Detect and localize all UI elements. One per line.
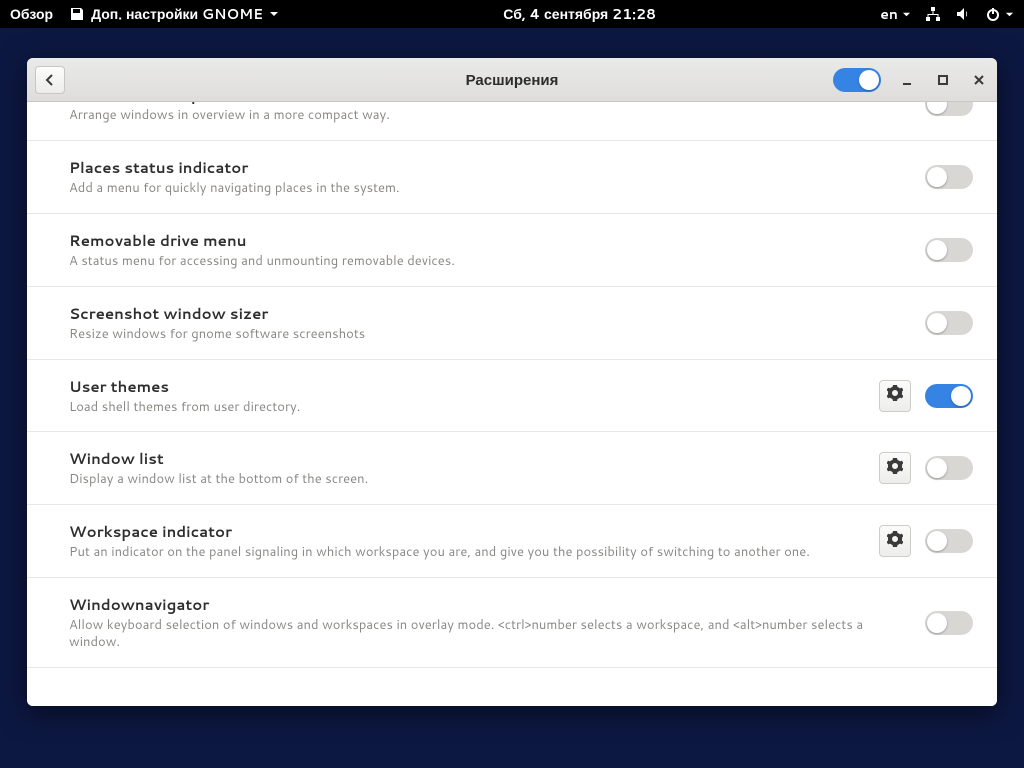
extension-row: Removable drive menu A status menu for ac… (27, 214, 997, 287)
extension-text: User themes Load shell themes from user d… (69, 376, 865, 416)
maximize-button[interactable] (933, 70, 953, 90)
extension-text: Workspace indicator Put an indicator on t… (69, 521, 865, 561)
extension-toggle[interactable] (925, 165, 973, 189)
clock[interactable]: Сб, 4 сентября 21:28 (279, 4, 880, 24)
keyboard-layout-indicator[interactable]: en (880, 4, 911, 24)
extension-text: Window list Display a window list at the … (69, 448, 865, 488)
extension-description: Add a menu for quickly navigating places… (69, 180, 911, 197)
extension-description: Display a window list at the bottom of t… (69, 471, 865, 488)
power-icon (985, 6, 1001, 22)
extension-text: Native window placement Arrange windows i… (69, 102, 911, 124)
extension-toggle[interactable] (925, 238, 973, 262)
chevron-down-icon (902, 10, 911, 19)
close-icon (973, 74, 985, 86)
extension-text: Screenshot window sizer Resize windows fo… (69, 303, 911, 343)
appmenu-label: Доп. настройки GNOME (91, 4, 263, 24)
extension-title: Removable drive menu (69, 230, 911, 251)
extension-toggle[interactable] (925, 102, 973, 116)
minimize-button[interactable] (897, 70, 917, 90)
save-icon (69, 6, 85, 22)
extension-description: Allow keyboard selection of windows and … (69, 617, 911, 651)
extension-description: A status menu for accessing and unmounti… (69, 253, 911, 270)
extension-title: User themes (69, 376, 865, 397)
gear-icon (887, 384, 903, 407)
extension-row: Places status indicator Add a menu for qu… (27, 141, 997, 214)
close-button[interactable] (969, 70, 989, 90)
extension-title: Windownavigator (69, 594, 911, 615)
network-icon[interactable] (925, 6, 941, 22)
extension-toggle[interactable] (925, 456, 973, 480)
system-menu[interactable] (985, 6, 1014, 22)
chevron-down-icon (269, 9, 279, 19)
appmenu-button[interactable]: Доп. настройки GNOME (69, 4, 279, 24)
extensions-master-switch[interactable] (833, 68, 881, 92)
extension-title: Window list (69, 448, 865, 469)
extension-toggle[interactable] (925, 384, 973, 408)
extension-settings-button[interactable] (879, 452, 911, 484)
extension-text: Removable drive menu A status menu for ac… (69, 230, 911, 270)
headerbar: Расширения (27, 58, 997, 102)
extension-settings-button[interactable] (879, 380, 911, 412)
extension-title: Screenshot window sizer (69, 303, 911, 324)
back-button[interactable] (35, 66, 65, 94)
extension-text: WindownavigatorAllow keyboard selection … (69, 594, 911, 651)
extension-toggle[interactable] (925, 611, 973, 635)
extension-settings-button[interactable] (879, 525, 911, 557)
extension-row: Window list Display a window list at the … (27, 432, 997, 505)
extension-row: Native window placement Arrange windows i… (27, 102, 997, 141)
gnome-topbar: Обзор Доп. настройки GNOME Сб, 4 сентябр… (0, 0, 1024, 28)
gnome-tweaks-window: Расширения Native window placement Arrang… (27, 58, 997, 706)
extension-toggle[interactable] (925, 529, 973, 553)
extension-row: Screenshot window sizer Resize windows fo… (27, 287, 997, 360)
minimize-icon (901, 74, 913, 86)
extension-row: User themes Load shell themes from user d… (27, 360, 997, 433)
extension-description: Load shell themes from user directory. (69, 399, 865, 416)
gear-icon (887, 530, 903, 553)
extension-toggle[interactable] (925, 311, 973, 335)
keyboard-layout-label: en (880, 4, 898, 24)
extension-description: Put an indicator on the panel signaling … (69, 544, 865, 561)
extension-text: Places status indicator Add a menu for qu… (69, 157, 911, 197)
chevron-down-icon (1005, 10, 1014, 19)
extension-title: Places status indicator (69, 157, 911, 178)
extensions-list[interactable]: Native window placement Arrange windows i… (27, 102, 997, 706)
extension-row: WindownavigatorAllow keyboard selection … (27, 578, 997, 668)
chevron-left-icon (44, 74, 56, 86)
activities-button[interactable]: Обзор (10, 4, 53, 24)
extension-title: Native window placement (69, 102, 911, 105)
maximize-icon (937, 74, 949, 86)
extension-description: Resize windows for gnome software screen… (69, 326, 911, 343)
volume-icon[interactable] (955, 6, 971, 22)
extension-title: Workspace indicator (69, 521, 865, 542)
extension-row: Workspace indicator Put an indicator on t… (27, 505, 997, 578)
extension-description: Arrange windows in overview in a more co… (69, 107, 911, 124)
gear-icon (887, 457, 903, 480)
